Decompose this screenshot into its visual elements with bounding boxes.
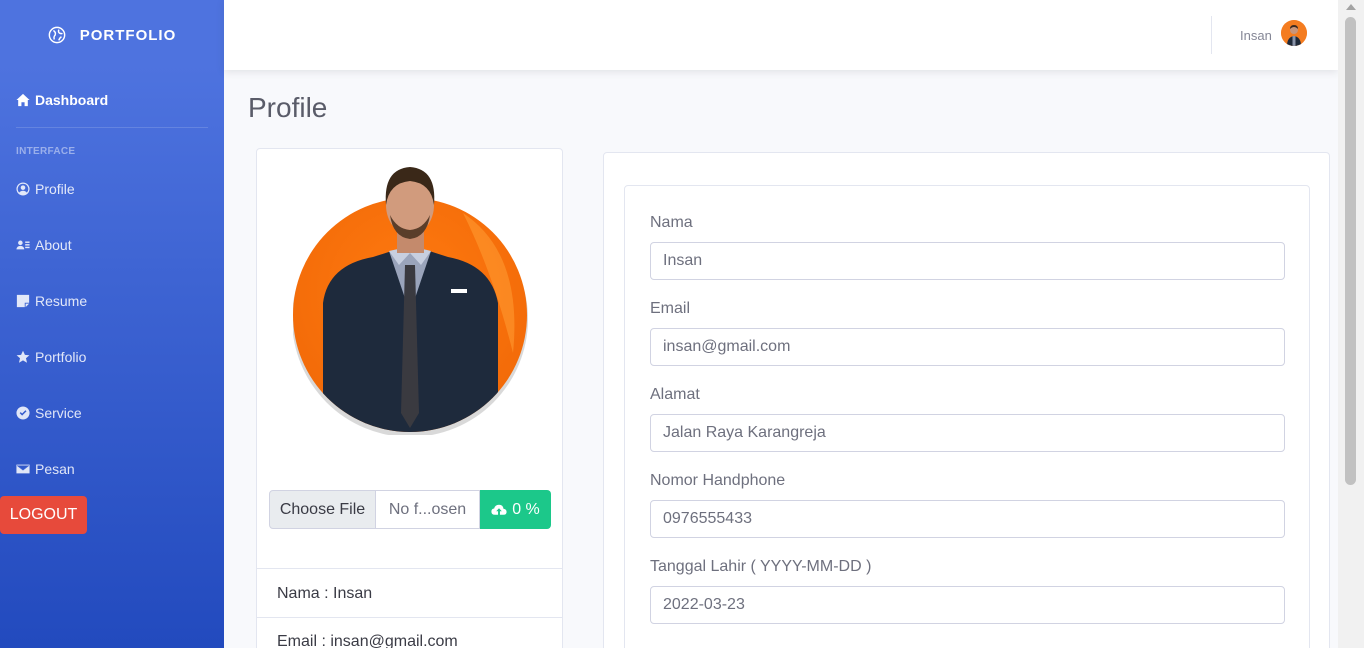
nama-input[interactable] [650,242,1285,280]
scrollbar-thumb[interactable] [1345,17,1356,485]
brand-name: PORTFOLIO [79,26,177,44]
brand[interactable]: PORTFOLIO [0,0,224,70]
page-scrollbar[interactable] [1338,0,1364,648]
user-photo-icon [1281,20,1307,46]
sidebar-heading: INTERFACE [16,146,76,157]
email-input[interactable] [650,328,1285,366]
check-badge-icon [16,406,30,420]
profile-card: Choose File No f...osen 0 % Nama : Insan… [256,148,563,648]
sidebar-item-service[interactable]: Service [16,405,82,421]
sidebar-item-pesan[interactable]: Pesan [16,461,75,477]
upload-progress-label: 0 % [512,500,540,518]
sidebar-item-profile[interactable]: Profile [16,181,75,197]
sidebar-item-dashboard[interactable]: Dashboard [16,92,108,108]
sidebar-item-resume[interactable]: Resume [16,293,87,309]
sidebar-divider [16,127,208,128]
profile-info-email: Email : insan@gmail.com [277,633,458,648]
logout-button[interactable]: LOGOUT [0,496,87,534]
topbar-divider [1211,16,1212,54]
profile-form: Nama Email Alamat Nomor Handphone Tangga… [624,185,1310,648]
user-circle-icon [16,182,30,196]
alamat-input[interactable] [650,414,1285,452]
field-label-alamat: Alamat [650,386,700,403]
list-divider [257,568,562,569]
topbar-username[interactable]: Insan [1240,28,1272,43]
field-label-nomor-handphone: Nomor Handphone [650,472,786,489]
star-icon [16,350,30,363]
file-name-display[interactable]: No f...osen [376,490,480,529]
upload-button[interactable]: 0 % [480,490,551,529]
scroll-up-arrow-icon[interactable] [1346,4,1356,10]
envelope-icon [16,464,30,474]
sidebar-item-about[interactable]: About [16,237,72,253]
file-upload-group: Choose File No f...osen 0 % [269,490,551,529]
sticky-note-icon [16,294,30,308]
list-divider [257,617,562,618]
nomor-handphone-input[interactable] [650,500,1285,538]
sidebar-item-label: Pesan [35,461,75,477]
sidebar-item-label: Resume [35,293,88,309]
address-card-icon [16,240,30,250]
profile-photo [293,167,528,435]
sidebar-item-label: About [35,237,72,253]
topbar: Insan [224,0,1338,70]
field-label-email: Email [650,300,691,317]
sidebar-item-label: Dashboard [35,92,109,108]
home-icon [16,93,30,107]
avatar[interactable] [1281,20,1307,46]
field-label-nama: Nama [650,214,693,231]
sidebar-item-label: Portfolio [35,349,87,365]
sidebar-item-portfolio[interactable]: Portfolio [16,349,86,365]
choose-file-button[interactable]: Choose File [269,490,376,529]
globe-icon [48,26,66,44]
profile-form-card: Nama Email Alamat Nomor Handphone Tangga… [603,152,1330,648]
field-label-tanggal-lahir: Tanggal Lahir ( YYYY-MM-DD ) [650,558,872,575]
profile-info-name: Nama : Insan [277,585,373,602]
tanggal-lahir-input[interactable] [650,586,1285,624]
sidebar-item-label: Service [35,405,82,421]
cloud-upload-icon [491,504,507,515]
sidebar-item-label: Profile [35,181,75,197]
page-title: Profile [248,92,328,123]
sidebar: PORTFOLIO Dashboard INTERFACE Profile Ab… [0,0,224,648]
